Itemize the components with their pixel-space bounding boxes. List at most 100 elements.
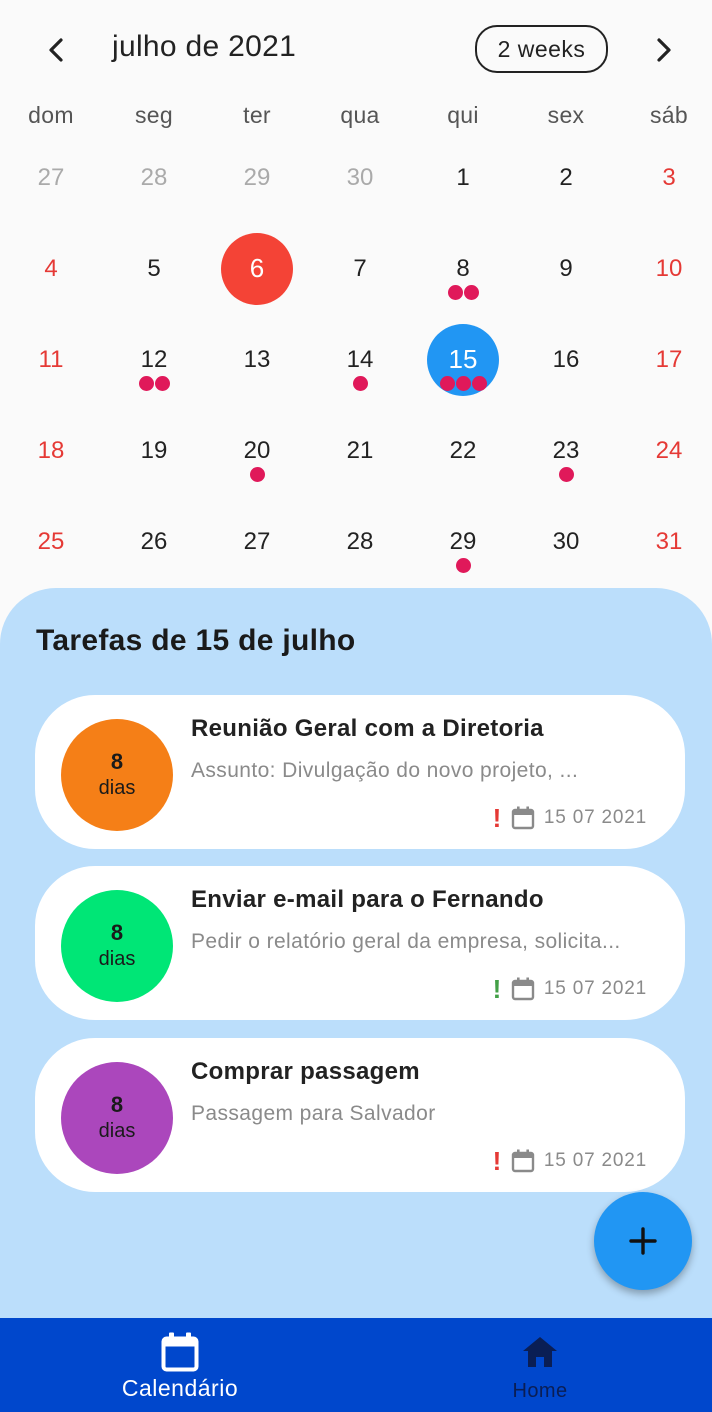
calendar-day[interactable]: 9 <box>516 229 616 309</box>
previous-month-button[interactable] <box>36 28 76 72</box>
calendar-format-button[interactable]: 2 weeks <box>475 25 608 73</box>
calendar-day[interactable]: 31 <box>619 502 712 582</box>
task-meta: ! 15 07 2021 <box>492 974 647 1004</box>
calendar-header: julho de 2021 2 weeks <box>0 0 712 100</box>
calendar-day[interactable]: 18 <box>1 411 101 491</box>
calendar-day[interactable]: 23 <box>516 411 616 491</box>
calendar-day[interactable]: 19 <box>104 411 204 491</box>
task-title: Enviar e-mail para o Fernando <box>191 886 544 913</box>
day-number: 20 <box>243 437 271 464</box>
event-marker-dot <box>154 376 170 391</box>
day-number: 21 <box>346 437 374 464</box>
priority-icon: ! <box>492 803 502 833</box>
event-marker-dot <box>471 376 487 391</box>
priority-icon: ! <box>492 974 502 1004</box>
calendar-day-selected[interactable]: 15 <box>413 320 513 400</box>
calendar-icon <box>511 1149 535 1173</box>
days-unit: dias <box>98 1120 136 1142</box>
task-card[interactable]: 8 dias Enviar e-mail para o Fernando Ped… <box>35 866 685 1020</box>
day-number: 15 <box>448 344 478 374</box>
days-badge: 8 dias <box>61 719 173 831</box>
day-number: 27 <box>37 164 65 191</box>
task-card[interactable]: 8 dias Comprar passagem Passagem para Sa… <box>35 1038 685 1192</box>
calendar-day[interactable]: 20 <box>207 411 307 491</box>
calendar-day[interactable]: 11 <box>1 320 101 400</box>
calendar-day[interactable]: 21 <box>310 411 410 491</box>
event-markers <box>310 376 410 391</box>
calendar-day[interactable]: 25 <box>1 502 101 582</box>
add-task-button[interactable] <box>594 1192 692 1290</box>
day-number: 23 <box>552 437 580 464</box>
task-card[interactable]: 8 dias Reunião Geral com a Diretoria Ass… <box>35 695 685 849</box>
days-count: 8 <box>110 749 124 774</box>
day-number: 9 <box>559 255 573 282</box>
calendar-day[interactable]: 30 <box>516 502 616 582</box>
calendar-day[interactable]: 3 <box>619 138 712 218</box>
event-markers <box>413 558 513 573</box>
nav-item-home[interactable]: Home <box>362 1318 712 1412</box>
day-number: 2 <box>559 164 573 191</box>
task-date: 15 07 2021 <box>543 807 647 828</box>
calendar-day[interactable]: 27 <box>207 502 307 582</box>
calendar-day[interactable]: 2 <box>516 138 616 218</box>
weekday-header-row: dom seg ter qua qui sex sáb <box>0 102 712 138</box>
nav-label-calendar: Calendário <box>121 1375 239 1401</box>
calendar-day[interactable]: 28 <box>310 502 410 582</box>
tasks-title: Tarefas de 15 de julho <box>36 624 356 657</box>
day-number: 13 <box>243 346 271 373</box>
days-badge: 8 dias <box>61 890 173 1002</box>
calendar-day[interactable]: 4 <box>1 229 101 309</box>
calendar-day[interactable]: 24 <box>619 411 712 491</box>
event-marker-dot <box>447 285 463 300</box>
calendar-day[interactable]: 28 <box>104 138 204 218</box>
bottom-navigation: Calendário Home <box>0 1318 712 1412</box>
event-markers <box>413 376 513 391</box>
day-number: 29 <box>449 528 477 555</box>
calendar-day[interactable]: 14 <box>310 320 410 400</box>
weekday-label: sex <box>547 102 585 128</box>
plus-icon <box>629 1227 657 1255</box>
days-badge: 8 dias <box>61 1062 173 1174</box>
day-number: 5 <box>147 255 161 282</box>
calendar-day[interactable]: 10 <box>619 229 712 309</box>
task-date: 15 07 2021 <box>543 978 647 999</box>
calendar-day[interactable]: 26 <box>104 502 204 582</box>
month-title: julho de 2021 <box>112 30 297 63</box>
event-marker-dot <box>352 376 368 391</box>
days-unit: dias <box>98 948 136 970</box>
calendar-icon <box>511 977 535 1001</box>
priority-icon: ! <box>492 1146 502 1176</box>
home-icon <box>523 1337 557 1367</box>
weekday-label: ter <box>243 102 271 128</box>
event-markers <box>207 467 307 482</box>
calendar-day[interactable]: 1 <box>413 138 513 218</box>
days-count: 8 <box>110 920 124 945</box>
calendar-day[interactable]: 29 <box>207 138 307 218</box>
task-meta: ! 15 07 2021 <box>492 803 647 833</box>
event-markers <box>104 376 204 391</box>
calendar-day[interactable]: 29 <box>413 502 513 582</box>
next-month-button[interactable] <box>644 28 684 72</box>
calendar-day[interactable]: 12 <box>104 320 204 400</box>
calendar-day[interactable]: 7 <box>310 229 410 309</box>
calendar-day[interactable]: 30 <box>310 138 410 218</box>
day-number: 3 <box>662 164 676 191</box>
event-marker-dot <box>249 467 265 482</box>
calendar-day[interactable]: 13 <box>207 320 307 400</box>
calendar-day[interactable]: 17 <box>619 320 712 400</box>
day-number: 18 <box>37 437 65 464</box>
calendar-day[interactable]: 5 <box>104 229 204 309</box>
day-number: 24 <box>655 437 683 464</box>
nav-label-home: Home <box>512 1380 568 1402</box>
weekday-label: qui <box>447 102 479 128</box>
calendar-day[interactable]: 22 <box>413 411 513 491</box>
chevron-right-icon <box>657 38 671 62</box>
day-number: 22 <box>449 437 477 464</box>
nav-item-calendar[interactable]: Calendário <box>2 1318 358 1412</box>
calendar-day[interactable]: 27 <box>1 138 101 218</box>
calendar-day-today[interactable]: 6 <box>207 229 307 309</box>
day-number: 10 <box>655 255 683 282</box>
event-markers <box>413 285 513 300</box>
calendar-day[interactable]: 8 <box>413 229 513 309</box>
calendar-day[interactable]: 16 <box>516 320 616 400</box>
